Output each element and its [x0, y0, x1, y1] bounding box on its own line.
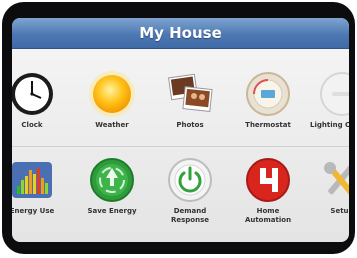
app-save-energy[interactable]: Save Energy: [80, 156, 144, 216]
page-title: My House: [139, 24, 222, 42]
app-thermostat[interactable]: Thermostat: [236, 70, 300, 130]
app-label: Setup: [330, 207, 349, 215]
app-clock[interactable]: Clock: [12, 70, 64, 130]
app-label: Weather: [95, 121, 129, 129]
app-label: Energy Use: [12, 207, 55, 215]
wrench-icon: [318, 156, 349, 204]
app-lighting-control[interactable]: Lighting Control: [310, 70, 349, 130]
app-home-automation[interactable]: Home Automation: [236, 156, 300, 225]
app-photos[interactable]: Photos: [158, 70, 222, 130]
photos-icon: [166, 70, 214, 118]
power-icon: [166, 156, 214, 204]
home-automation-icon: [244, 156, 292, 204]
home-screen: My House Clock Weather Photos Thermostat…: [12, 18, 349, 242]
app-label: Demand Response: [170, 207, 210, 224]
device-bezel: My House Clock Weather Photos Thermostat…: [2, 2, 355, 254]
app-weather[interactable]: Weather: [80, 70, 144, 130]
app-label: Photos: [176, 121, 204, 129]
sun-icon: [88, 70, 136, 118]
title-bar: My House: [12, 18, 349, 49]
thermostat-icon: [244, 70, 292, 118]
row-divider: [12, 146, 349, 147]
recycle-icon: [88, 156, 136, 204]
app-label: Thermostat: [245, 121, 291, 129]
bar-chart-icon: [12, 156, 56, 204]
clock-icon: [12, 70, 56, 118]
app-demand-response[interactable]: Demand Response: [158, 156, 222, 225]
app-label: Clock: [21, 121, 43, 129]
app-label: Lighting Control: [310, 121, 349, 129]
app-setup[interactable]: Setup: [310, 156, 349, 216]
app-label: Home Automation: [244, 207, 292, 224]
app-energy-use[interactable]: Energy Use: [12, 156, 64, 216]
light-icon: [318, 70, 349, 118]
app-label: Save Energy: [87, 207, 137, 215]
